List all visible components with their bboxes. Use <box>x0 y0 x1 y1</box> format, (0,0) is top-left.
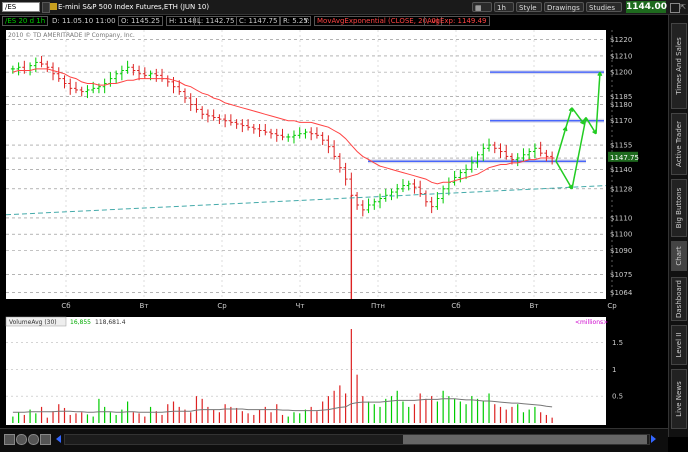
bar-low: L: 1142.75 <box>194 16 238 26</box>
volume-avg-value: 118,681.4 <box>95 319 126 326</box>
price-tick-label: $1128 <box>610 185 632 193</box>
tab-level-ii[interactable]: Level II <box>671 325 687 365</box>
scroll-track[interactable] <box>64 434 650 445</box>
price-tick-label: $1170 <box>610 117 632 125</box>
timeframe-button[interactable]: 1h <box>494 2 514 12</box>
price-tick-label: $1075 <box>610 271 632 279</box>
drawings-label: Drawings <box>547 4 580 12</box>
volume-unit: <millions> <box>575 319 608 326</box>
scroll-right-icon[interactable] <box>651 435 656 443</box>
price-tick-label: $1110 <box>610 214 632 222</box>
scroll-thumb[interactable] <box>403 435 647 444</box>
chart-scrollbar <box>0 428 668 452</box>
tab-chart[interactable]: Chart <box>671 241 687 271</box>
tab-big-buttons[interactable]: Big Buttons <box>671 179 687 237</box>
price-tick-label: $1220 <box>610 36 632 44</box>
volume-tick-label: 1.5 <box>612 339 623 347</box>
bar-date: D: 11.05.10 11:00 <box>52 17 116 25</box>
price-tick-label: $1155 <box>610 142 632 150</box>
price-tick-label: $1140 <box>610 166 632 174</box>
symbol-link-icon[interactable]: ▦ <box>472 2 492 12</box>
price-tick-label: $1200 <box>610 69 632 77</box>
x-tick-label: Вт <box>140 302 149 310</box>
current-price-text: 1147.75 <box>610 154 639 162</box>
scroll-left-icon[interactable] <box>56 435 61 443</box>
copyright-text: 2010 © TD AMERITRADE IP Company, Inc. <box>8 32 135 39</box>
style-label: Style <box>519 4 537 12</box>
tab-live-news[interactable]: Live News <box>671 369 687 429</box>
studies-label: Studies <box>589 4 615 12</box>
symbol-input[interactable]: /ES <box>2 2 40 12</box>
price-tick-label: $1090 <box>610 247 632 255</box>
x-tick-label: Чт <box>296 302 305 310</box>
tab-label: Times And Sales <box>675 37 683 95</box>
tab-label: Dashboard <box>675 280 683 318</box>
volume-tick-label: 0.5 <box>612 393 623 401</box>
tab-label: Live News <box>675 381 683 417</box>
tab-active-trader[interactable]: Active Trader <box>671 113 687 175</box>
x-tick-label: Сб <box>451 302 460 310</box>
style-button[interactable]: Style <box>516 2 542 12</box>
aggregation-label[interactable]: /ES 20 d 1h <box>2 16 49 26</box>
settings-icon[interactable] <box>670 3 680 13</box>
chart-toolbar: /ES E-mini S&P 500 Index Futures,ETH (JU… <box>0 0 688 15</box>
price-tick-label: $1064 <box>610 289 633 297</box>
tab-label: Active Trader <box>675 121 683 167</box>
volume-value: 16,855 <box>70 319 91 326</box>
tab-label: Chart <box>675 246 683 266</box>
price-chart[interactable]: 2010 © TD AMERITRADE IP Company, Inc. $1… <box>0 27 668 313</box>
avgexp-value: AvgExp: 1149.49 <box>424 16 490 26</box>
tab-times-and-sales[interactable]: Times And Sales <box>671 23 687 109</box>
detach-icon[interactable]: ⇱ <box>680 3 686 11</box>
drawings-button[interactable]: Drawings <box>544 2 584 12</box>
last-price-badge: 1144.00 <box>626 1 667 13</box>
tab-label: Big Buttons <box>675 187 683 229</box>
bar-close: C: 1147.75 <box>236 16 281 26</box>
zoom-box-icon[interactable] <box>40 434 51 445</box>
instrument-name: E-mini S&P 500 Index Futures,ETH (JUN 10… <box>58 3 210 11</box>
volume-tick-label: 1 <box>612 366 616 374</box>
study-label[interactable]: MovAvgExponential (CLOSE, 20, 0) <box>314 16 442 26</box>
y-label: Y: <box>304 17 310 25</box>
x-tick-label: Вт <box>530 302 539 310</box>
price-tick-label: $1180 <box>610 101 632 109</box>
symbol-lookup-icon[interactable] <box>50 3 57 10</box>
price-tick-label: $1185 <box>610 93 632 101</box>
zoom-in-icon[interactable] <box>16 434 27 445</box>
x-tick-label: Ср <box>217 302 227 310</box>
x-tick-label: Сб <box>61 302 70 310</box>
grid-layout-icon[interactable] <box>4 434 15 445</box>
symbol-dropdown-icon[interactable] <box>42 2 50 13</box>
right-tab-strip: Times And Sales Active Trader Big Buttons C… <box>668 15 688 437</box>
x-tick-label: Птн <box>371 302 385 310</box>
zoom-out-icon[interactable] <box>28 434 39 445</box>
x-tick-label: Ср <box>607 302 617 310</box>
chart-info-bar: /ES 20 d 1h D: 11.05.10 11:00 O: 1145.25… <box>0 15 642 27</box>
volume-plot-area <box>6 317 606 425</box>
studies-button[interactable]: Studies <box>586 2 622 12</box>
bar-open: O: 1145.25 <box>118 16 163 26</box>
volume-study-name: VolumeAvg (30) <box>9 319 57 326</box>
price-tick-label: $1100 <box>610 231 632 239</box>
tab-dashboard[interactable]: Dashboard <box>671 277 687 321</box>
tab-label: Level II <box>675 332 683 358</box>
volume-chart[interactable]: VolumeAvg (30) 16,855 118,681.4 <million… <box>0 315 668 428</box>
price-tick-label: $1210 <box>610 52 632 60</box>
